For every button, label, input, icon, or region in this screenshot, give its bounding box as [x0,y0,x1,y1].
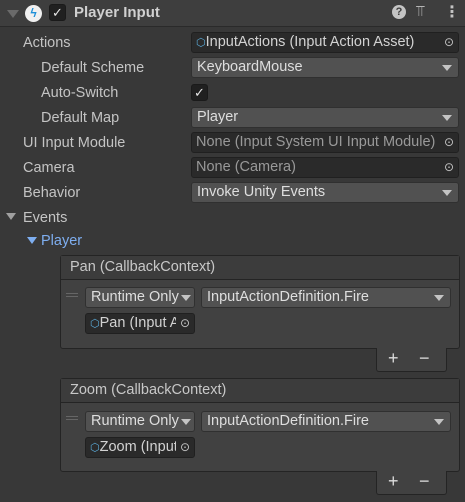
zoom-runtime-dropdown[interactable]: Runtime Only [85,411,195,432]
dropdown-arrow-icon [442,115,452,121]
input-action-asset-icon: ⬡ [196,37,206,49]
player-foldout-icon[interactable] [27,237,37,244]
player-map-label[interactable]: Player [41,231,82,251]
behavior-dropdown[interactable]: Invoke Unity Events [191,182,459,203]
remove-listener-button[interactable]: − [419,348,430,369]
dropdown-arrow-icon [181,295,191,301]
pan-footer: + − [376,348,447,372]
default-map-value: Player [197,109,239,125]
object-picker-icon[interactable]: ⊙ [440,133,458,152]
player-input-icon: ϟ [25,5,42,22]
pan-function-value: InputActionDefinition.Fire [207,289,369,305]
component-title: Player Input [74,4,160,21]
default-scheme-label: Default Scheme [41,60,145,76]
dropdown-arrow-icon [442,190,452,196]
add-listener-button[interactable]: + [388,348,399,369]
help-icon[interactable]: ? [392,5,406,19]
auto-switch-label: Auto-Switch [41,85,119,101]
events-label[interactable]: Events [23,208,67,228]
behavior-value: Invoke Unity Events [197,184,326,200]
presets-icon[interactable]: ⫪ [416,3,424,20]
default-scheme-value: KeyboardMouse [197,59,303,75]
object-picker-icon[interactable]: ⊙ [440,33,458,52]
actions-value: InputActions (Input Action Asset) [205,34,415,50]
pan-object-field[interactable]: ⬡Pan (Input Action Reference)⊙ [85,313,195,334]
zoom-object-field[interactable]: ⬡Zoom (Input Action Reference)⊙ [85,437,195,458]
ui-input-module-label: UI Input Module [23,135,126,151]
ui-input-module-value: None (Input System UI Input Module) [196,134,436,150]
object-picker-icon[interactable]: ⊙ [176,438,194,457]
zoom-footer: + − [376,471,447,495]
zoom-function-value: InputActionDefinition.Fire [207,413,369,429]
actions-label: Actions [23,35,71,51]
pan-runtime-value: Runtime Only [91,289,179,305]
remove-listener-button[interactable]: − [419,471,430,492]
auto-switch-checkbox[interactable]: ✓ [191,84,208,101]
foldout-arrow-icon[interactable] [7,10,19,18]
camera-value: None (Camera) [196,159,296,175]
object-picker-icon[interactable]: ⊙ [176,314,194,333]
ui-input-module-field[interactable]: None (Input System UI Input Module) ⊙ [191,132,459,153]
behavior-label: Behavior [23,185,81,201]
pan-runtime-dropdown[interactable]: Runtime Only [85,287,195,308]
drag-handle-icon[interactable] [66,416,78,420]
dropdown-arrow-icon [181,419,191,425]
events-foldout-icon[interactable] [6,213,16,220]
camera-label: Camera [23,160,75,176]
input-action-reference-icon: ⬡ [90,318,100,330]
actions-field[interactable]: ⬡InputActions (Input Action Asset) ⊙ [191,32,459,53]
drag-handle-icon[interactable] [66,293,78,297]
input-action-reference-icon: ⬡ [90,442,100,454]
dropdown-arrow-icon [434,419,444,425]
component-enabled-checkbox[interactable]: ✓ [49,4,66,21]
add-listener-button[interactable]: + [388,471,399,492]
more-menu-icon[interactable]: ⋮ [444,2,460,22]
pan-function-dropdown[interactable]: InputActionDefinition.Fire [201,287,451,308]
dropdown-arrow-icon [434,295,444,301]
object-picker-icon[interactable]: ⊙ [440,158,458,177]
pan-event-title: Pan (CallbackContext) [61,256,459,280]
zoom-event-title: Zoom (CallbackContext) [61,379,459,403]
default-map-label: Default Map [41,110,120,126]
default-map-dropdown[interactable]: Player [191,107,459,128]
default-scheme-dropdown[interactable]: KeyboardMouse [191,57,459,78]
zoom-runtime-value: Runtime Only [91,413,179,429]
camera-field[interactable]: None (Camera) ⊙ [191,157,459,178]
zoom-function-dropdown[interactable]: InputActionDefinition.Fire [201,411,451,432]
dropdown-arrow-icon [442,65,452,71]
